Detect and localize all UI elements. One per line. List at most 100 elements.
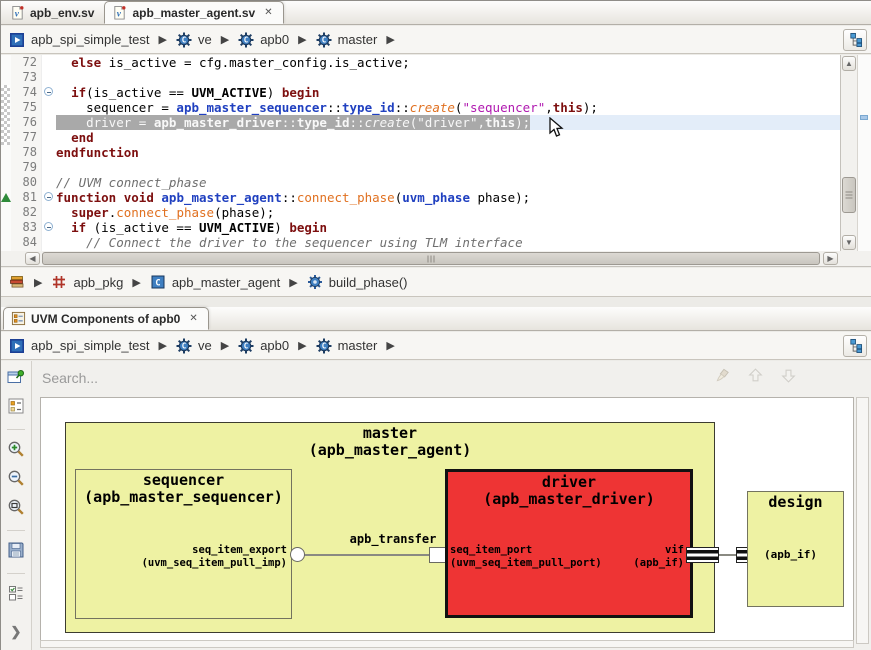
editor-tab-apb_master_agent-sv[interactable]: vapb_master_agent.sv✕ bbox=[104, 1, 283, 24]
overview-ruler[interactable] bbox=[857, 55, 871, 251]
code-area[interactable]: else is_active = cfg.master_config.is_ac… bbox=[56, 55, 840, 251]
code-line-81[interactable]: function void apb_master_agent::connect_… bbox=[56, 190, 840, 205]
seq-item-export-port[interactable] bbox=[290, 547, 305, 562]
svg-text:C: C bbox=[244, 341, 249, 350]
code-editor[interactable]: 72737475767778798081828384 else is_activ… bbox=[1, 55, 871, 251]
scroll-down-button[interactable]: ▼ bbox=[842, 235, 856, 250]
seq-item-port[interactable] bbox=[429, 547, 446, 563]
zoom-out-icon bbox=[7, 469, 25, 492]
code-token: void bbox=[124, 190, 154, 205]
override-marker-icon[interactable] bbox=[1, 193, 11, 202]
zoom-out-button[interactable] bbox=[6, 470, 26, 490]
code-line-78[interactable]: endfunction bbox=[56, 145, 840, 160]
scroll-up-button[interactable]: ▲ bbox=[842, 56, 856, 71]
diagram-horizontal-scrollbar[interactable] bbox=[40, 640, 854, 648]
settings-icon bbox=[7, 584, 25, 607]
diagram-canvas[interactable]: master (apb_master_agent) sequencer (apb… bbox=[40, 397, 854, 644]
code-token: :: bbox=[350, 115, 365, 130]
tab-close-icon[interactable]: ✕ bbox=[264, 7, 272, 18]
scroll-right-button[interactable]: ▶ bbox=[823, 252, 838, 265]
legend-button[interactable] bbox=[6, 398, 26, 418]
fold-collapse-icon[interactable] bbox=[44, 222, 53, 231]
code-line-72[interactable]: else is_active = cfg.master_config.is_ac… bbox=[56, 55, 840, 70]
zoom-in-icon bbox=[7, 440, 25, 463]
zoom-fit-button[interactable] bbox=[6, 499, 26, 519]
line-number: 79 bbox=[11, 160, 37, 175]
breadcrumb-item-apb_master_agent[interactable]: Capb_master_agent bbox=[150, 274, 280, 290]
code-token bbox=[56, 205, 71, 220]
code-line-80[interactable]: // UVM connect_phase bbox=[56, 175, 840, 190]
breadcrumb-separator-icon: ▶ bbox=[289, 276, 297, 289]
search-row bbox=[32, 361, 871, 395]
save-icon bbox=[7, 541, 25, 564]
breadcrumb-item-master[interactable]: Cmaster bbox=[316, 32, 378, 48]
fold-collapse-icon[interactable] bbox=[44, 87, 53, 96]
broom-button[interactable] bbox=[714, 367, 731, 389]
breadcrumb-item-master[interactable]: Cmaster bbox=[316, 338, 378, 354]
arrow-down-button[interactable] bbox=[780, 367, 797, 389]
driver-left-port-label: seq_item_port bbox=[450, 544, 532, 557]
horizontal-scroll-thumb[interactable] bbox=[42, 252, 820, 265]
code-token: apb_master_driver bbox=[154, 115, 282, 130]
breadcrumb-item-apb_spi_simple_test[interactable]: apb_spi_simple_test bbox=[9, 32, 150, 48]
uvm-components-panel: ❯ master (apb_master_agent) sequencer bbox=[1, 361, 871, 650]
breadcrumb-item-apb_spi_simple_test[interactable]: apb_spi_simple_test bbox=[9, 338, 150, 354]
code-line-82[interactable]: super.connect_phase(phase); bbox=[56, 205, 840, 220]
view-tab-uvm-components[interactable]: UVM Components of apb0✕ bbox=[3, 307, 209, 330]
breadcrumb-item-build_phase-[interactable]: build_phase() bbox=[307, 274, 408, 290]
view-tab-close-icon[interactable]: ✕ bbox=[189, 313, 197, 324]
arrow-up-button[interactable] bbox=[747, 367, 764, 389]
breadcrumb-label: apb0 bbox=[260, 338, 289, 353]
breadcrumb-separator-icon: ▶ bbox=[298, 339, 306, 352]
zoom-in-button[interactable] bbox=[6, 441, 26, 461]
code-token: ) bbox=[274, 220, 289, 235]
code-line-73[interactable] bbox=[56, 70, 840, 85]
component-icon: C bbox=[316, 338, 332, 354]
code-line-77[interactable]: end bbox=[56, 130, 840, 145]
code-line-75[interactable]: sequencer = apb_master_sequencer::type_i… bbox=[56, 100, 840, 115]
editor-horizontal-scrollbar[interactable]: ◀ ▶ bbox=[1, 251, 871, 267]
code-line-79[interactable] bbox=[56, 160, 840, 175]
sequencer-box-title: sequencer (apb_master_sequencer) bbox=[76, 470, 291, 506]
breadcrumb-item-apb0[interactable]: Capb0 bbox=[238, 338, 289, 354]
show-hierarchy-button[interactable] bbox=[843, 29, 867, 51]
application-window: vapb_env.svvapb_master_agent.sv✕ apb_spi… bbox=[0, 0, 871, 650]
code-token bbox=[116, 190, 124, 205]
panel-sash[interactable] bbox=[1, 297, 871, 307]
breadcrumb-item-apb0[interactable]: Capb0 bbox=[238, 32, 289, 48]
settings-button[interactable] bbox=[6, 585, 26, 605]
diagram-vertical-scrollbar[interactable] bbox=[856, 397, 869, 644]
code-line-74[interactable]: if(is_active == UVM_ACTIVE) begin bbox=[56, 85, 840, 100]
vertical-scroll-thumb[interactable] bbox=[842, 177, 856, 213]
editor-vertical-scrollbar[interactable]: ▲ ▼ bbox=[840, 55, 857, 251]
breadcrumb-item-ve[interactable]: Cve bbox=[176, 32, 212, 48]
breadcrumb-separator-icon: ▶ bbox=[159, 33, 167, 46]
breadcrumb-label: apb_spi_simple_test bbox=[31, 32, 150, 47]
driver-vif-label: vif bbox=[541, 544, 684, 557]
code-line-83[interactable]: if (is_active == UVM_ACTIVE) begin bbox=[56, 220, 840, 235]
vif-port[interactable] bbox=[686, 547, 719, 563]
breadcrumb-item[interactable] bbox=[9, 274, 25, 290]
breadcrumb-item-apb_pkg[interactable]: apb_pkg bbox=[51, 274, 123, 290]
pin-window-button[interactable] bbox=[6, 369, 26, 389]
code-token: apb_master_agent bbox=[161, 190, 281, 205]
fold-collapse-icon[interactable] bbox=[44, 192, 53, 201]
overview-current-line-marker[interactable] bbox=[860, 115, 868, 120]
toolbar-more-button[interactable]: ❯ bbox=[11, 624, 22, 640]
code-line-76[interactable]: driver = apb_master_driver::type_id::cre… bbox=[56, 115, 840, 130]
breadcrumb-item-ve[interactable]: Cve bbox=[176, 338, 212, 354]
diagram-content: master (apb_master_agent) sequencer (apb… bbox=[32, 361, 871, 650]
editor-tab-apb_env-sv[interactable]: vapb_env.sv bbox=[3, 1, 104, 24]
code-token: phase); bbox=[470, 190, 530, 205]
code-line-84[interactable]: // Connect the driver to the sequencer u… bbox=[56, 235, 840, 250]
vif-connection-line bbox=[719, 554, 737, 556]
component-icon: C bbox=[238, 32, 254, 48]
line-number: 84 bbox=[11, 235, 37, 250]
code-token: :: bbox=[282, 190, 297, 205]
save-button[interactable] bbox=[6, 542, 26, 562]
search-input[interactable] bbox=[42, 370, 714, 386]
books-icon bbox=[9, 274, 25, 290]
scroll-left-button[interactable]: ◀ bbox=[25, 252, 40, 265]
show-hierarchy-button[interactable] bbox=[843, 335, 867, 357]
code-token: // Connect the driver to the sequencer u… bbox=[56, 235, 523, 250]
